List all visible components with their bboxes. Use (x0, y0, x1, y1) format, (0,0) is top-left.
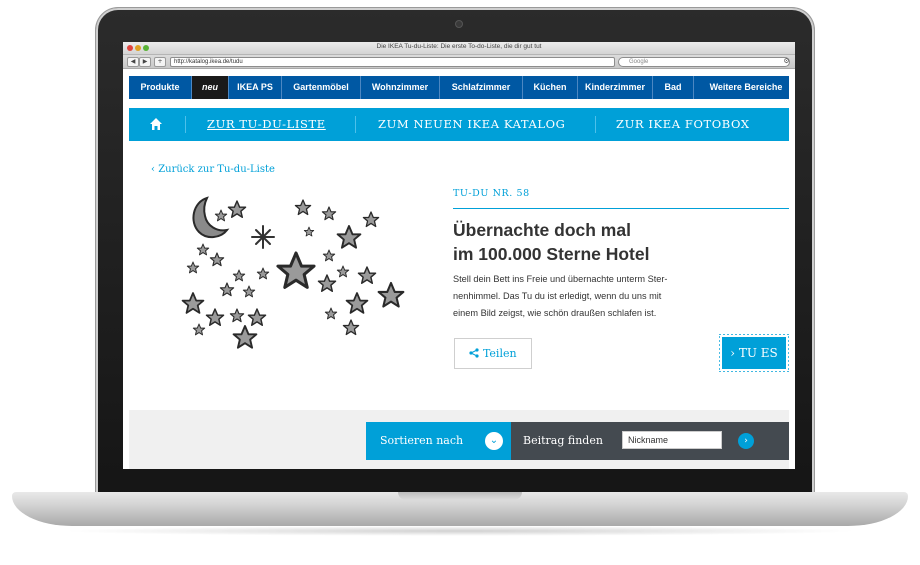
star-icon (324, 307, 338, 320)
find-label: Beitrag finden (523, 434, 603, 447)
star-icon (181, 292, 205, 314)
tudu-subnav: ZUR TU-DU-LISTE ZUM NEUEN IKEA KATALOG Z… (129, 108, 789, 141)
sort-label: Sortieren nach (380, 434, 464, 447)
nav-item-ikea-ps[interactable]: IKEA PS (229, 76, 282, 99)
sparkle-icon (251, 225, 275, 249)
stars-illustration (181, 196, 405, 349)
page-title-line: im 100.000 Sterne Hotel (453, 244, 650, 264)
subnav-divider (355, 116, 356, 133)
nav-item-gartenmoebel[interactable]: Gartenmöbel (282, 76, 361, 99)
sort-button[interactable]: Sortieren nach ⌄ (366, 422, 511, 460)
star-icon (342, 319, 360, 336)
nav-item-kinderzimmer[interactable]: Kinderzimmer (578, 76, 653, 99)
star-icon (276, 251, 316, 289)
nav-item-schlafzimmer[interactable]: Schlafzimmer (440, 76, 523, 99)
back-link-label: Zurück zur Tu-du-Liste (158, 164, 275, 175)
subnav-divider (595, 116, 596, 133)
nickname-input[interactable]: Nickname (622, 431, 722, 449)
star-icon (303, 226, 315, 237)
subnav-divider (185, 116, 186, 133)
chevron-down-icon: ⌄ (485, 432, 503, 450)
gear-icon[interactable]: ⚙ (782, 57, 791, 65)
star-icon (214, 209, 228, 222)
subnav-link-fotobox[interactable]: ZUR IKEA FOTOBOX (616, 108, 750, 141)
description-line: Stell dein Bett ins Freie und übernachte… (453, 274, 668, 284)
tudu-number: TU-DU NR. 58 (453, 188, 530, 199)
chevron-right-icon: › (730, 346, 739, 360)
add-bookmark-button[interactable]: + (154, 57, 166, 67)
search-input[interactable]: Google (618, 57, 790, 67)
star-icon (192, 323, 206, 336)
tu-es-label: TU ES (738, 346, 778, 360)
star-icon (205, 308, 225, 327)
search-submit-button[interactable]: › (738, 433, 754, 449)
share-button[interactable]: Teilen (454, 338, 532, 369)
nav-item-wohnzimmer[interactable]: Wohnzimmer (361, 76, 440, 99)
find-post-bar: Beitrag finden Nickname › (511, 422, 789, 460)
ikea-main-nav: Produkte neu IKEA PS Gartenmöbel Wohnzim… (129, 76, 789, 99)
address-bar[interactable]: http://katalog.ikea.de/tudu (170, 57, 615, 67)
browser-screen: Die IKEA Tu-du-Liste: Die erste To-do-Li… (123, 42, 795, 469)
star-icon (247, 308, 267, 327)
share-label: Teilen (482, 347, 517, 360)
window-title: Die IKEA Tu-du-Liste: Die erste To-do-Li… (376, 43, 542, 50)
nav-item-neu[interactable]: neu (192, 76, 229, 99)
back-button[interactable]: ◀ (127, 57, 139, 67)
page-title: Übernachte doch mal im 100.000 Sterne Ho… (453, 218, 793, 266)
forward-button[interactable]: ▶ (139, 57, 151, 67)
star-icon (229, 308, 245, 323)
star-icon (196, 243, 210, 256)
back-link[interactable]: ‹ Zurück zur Tu-du-Liste (151, 164, 275, 175)
star-icon (232, 325, 258, 349)
tu-es-button[interactable]: › TU ES (719, 334, 789, 372)
star-icon (345, 292, 369, 314)
star-icon (219, 282, 235, 297)
star-icon (186, 261, 200, 274)
star-icon (232, 269, 246, 282)
description-line: nenhimmel. Das Tu du ist erledigt, wenn … (453, 291, 662, 301)
browser-toolbar: ◀ ▶ + http://katalog.ikea.de/tudu Google… (123, 55, 795, 69)
subnav-link-katalog[interactable]: ZUM NEUEN IKEA KATALOG (378, 108, 565, 141)
nav-item-weitere-bereiche[interactable]: Weitere Bereiche (694, 76, 795, 99)
star-icon (242, 285, 256, 298)
laptop-shadow (60, 526, 860, 536)
nav-item-bad[interactable]: Bad (653, 76, 694, 99)
camera-icon (455, 20, 463, 28)
star-icon (294, 199, 312, 216)
star-icon (256, 267, 270, 280)
nav-item-kuechen[interactable]: Küchen (523, 76, 578, 99)
star-icon (322, 249, 336, 262)
laptop-base-notch (398, 492, 522, 500)
share-icon (469, 348, 480, 358)
star-icon (336, 265, 350, 278)
home-icon[interactable] (149, 117, 165, 133)
star-icon (209, 252, 225, 267)
subnav-link-tudu-liste[interactable]: ZUR TU-DU-LISTE (207, 108, 326, 141)
star-icon (362, 211, 380, 228)
nav-item-produkte[interactable]: Produkte (129, 76, 192, 99)
divider (453, 208, 789, 209)
star-icon (336, 225, 362, 249)
star-icon (227, 200, 247, 219)
description-line: einem Bild zeigst, wie schön draußen sch… (453, 308, 657, 318)
browser-titlebar: Die IKEA Tu-du-Liste: Die erste To-do-Li… (123, 42, 795, 55)
star-icon (357, 266, 377, 285)
star-icon (377, 281, 405, 308)
star-icon (321, 206, 337, 221)
star-icon (317, 274, 337, 293)
page-title-line: Übernachte doch mal (453, 220, 631, 240)
description: Stell dein Bett ins Freie und übernachte… (453, 271, 723, 322)
